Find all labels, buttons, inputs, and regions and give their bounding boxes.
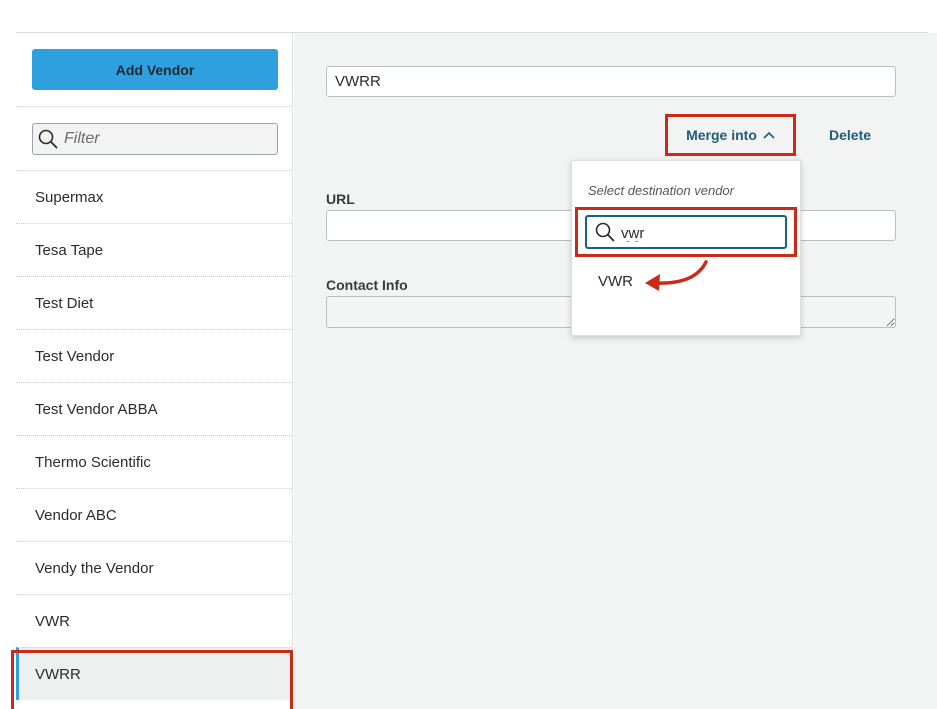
- add-vendor-button[interactable]: Add Vendor: [32, 49, 278, 90]
- destination-search-field[interactable]: [585, 215, 787, 249]
- delete-button[interactable]: Delete: [829, 127, 871, 143]
- search-icon: [595, 222, 615, 242]
- vendor-item-tesa-tape[interactable]: Tesa Tape: [16, 223, 292, 276]
- highlight-box: [11, 650, 293, 709]
- search-icon: [38, 129, 58, 149]
- merge-destination-dropdown: Select destination vendor VWR: [571, 160, 801, 336]
- vendor-sidebar: Add Vendor Supermax Tesa Tape Test Diet …: [11, 33, 293, 709]
- merge-into-label: Merge into: [686, 127, 757, 143]
- vendor-detail-panel: Merge into Delete URL Contact Info: [294, 33, 937, 709]
- vendor-item-vendor-abc[interactable]: Vendor ABC: [16, 488, 292, 541]
- vendor-item-label: Test Vendor: [35, 347, 115, 365]
- curved-arrow-icon: [645, 260, 708, 291]
- vendor-item-label: VWR: [35, 612, 70, 630]
- vendor-item-label: Thermo Scientific: [35, 453, 151, 471]
- vendor-item-test-vendor[interactable]: Test Vendor: [16, 329, 292, 382]
- vendor-item-label: Vendor ABC: [35, 506, 117, 524]
- url-label: URL: [326, 191, 355, 207]
- merge-into-button[interactable]: Merge into: [665, 114, 796, 156]
- dropdown-title: Select destination vendor: [588, 183, 734, 198]
- vendor-item-supermax[interactable]: Supermax: [16, 170, 292, 223]
- filter-input[interactable]: [64, 127, 269, 151]
- vendor-name-input[interactable]: [326, 66, 896, 97]
- vendor-item-vwr[interactable]: VWR: [16, 594, 292, 647]
- contact-info-label: Contact Info: [326, 277, 408, 293]
- sidebar-divider: [16, 106, 292, 107]
- filter-field[interactable]: [32, 123, 278, 155]
- dropdown-option-vwr[interactable]: VWR: [598, 273, 633, 290]
- vendor-list: Supermax Tesa Tape Test Diet Test Vendor…: [11, 170, 293, 709]
- vendor-item-test-diet[interactable]: Test Diet: [16, 276, 292, 329]
- vendor-item-label: Vendy the Vendor: [35, 559, 154, 577]
- vendor-item-label: Supermax: [35, 188, 104, 206]
- vendor-item-label: Test Diet: [35, 294, 94, 312]
- vendor-item-test-vendor-abba[interactable]: Test Vendor ABBA: [16, 382, 292, 435]
- vendor-item-label: Tesa Tape: [35, 241, 104, 259]
- vendor-item-label: Test Vendor ABBA: [35, 400, 158, 418]
- chevron-up-icon: [763, 131, 775, 139]
- vendor-item-thermo-scientific[interactable]: Thermo Scientific: [16, 435, 292, 488]
- vendor-item-vendy-the-vendor[interactable]: Vendy the Vendor: [16, 541, 292, 594]
- destination-search-input[interactable]: [621, 222, 781, 244]
- vendor-item-vwrr[interactable]: VWRR: [11, 647, 293, 709]
